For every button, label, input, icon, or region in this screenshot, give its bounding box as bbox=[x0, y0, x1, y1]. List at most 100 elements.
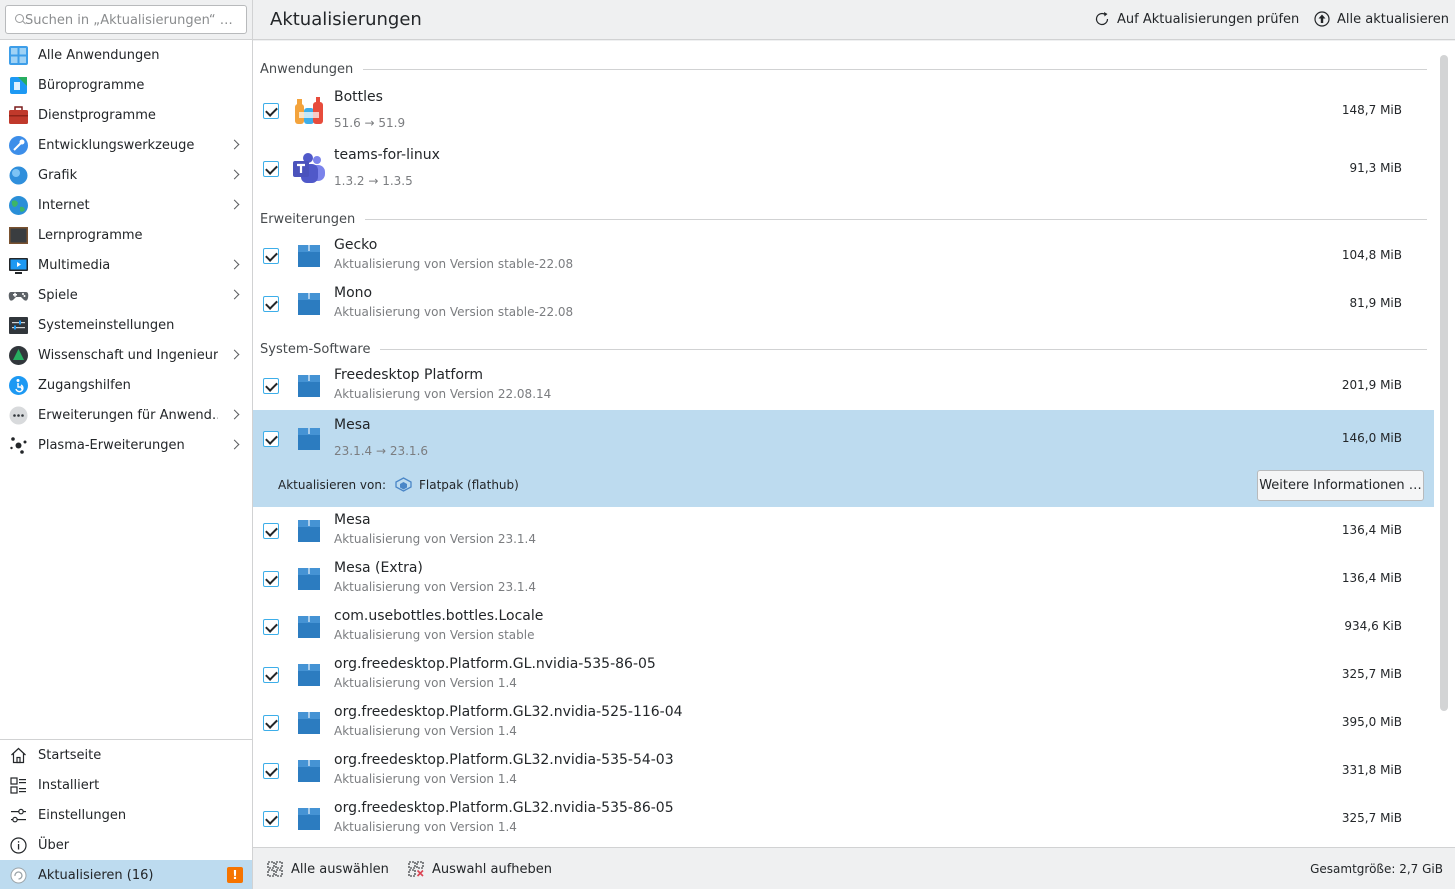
search-icon bbox=[15, 14, 24, 23]
updates-icon bbox=[10, 867, 27, 884]
update-row-teams-for-linux[interactable]: teams-for-linux 1.3.2 → 1.3.5 91,3 MiB bbox=[253, 140, 1434, 198]
update-details-panel: Aktualisieren von: Flatpak (flathub) Wei… bbox=[253, 465, 1434, 507]
update-version: Aktualisierung von Version 22.08.14 bbox=[334, 387, 552, 401]
category-label: Systemeinstellungen bbox=[38, 317, 175, 333]
update-name: Bottles bbox=[334, 89, 383, 105]
category-label: Büroprogramme bbox=[38, 77, 145, 93]
nav-installed[interactable]: Installiert bbox=[0, 770, 252, 800]
plasma-icon bbox=[10, 437, 27, 454]
category-multimedia[interactable]: Multimedia bbox=[0, 250, 252, 280]
category-accessibility[interactable]: Zugangshilfen bbox=[0, 370, 252, 400]
update-checkbox[interactable] bbox=[263, 811, 279, 827]
update-row-gl32-nvidia-535-54[interactable]: org.freedesktop.Platform.GL32.nvidia-535… bbox=[253, 747, 1434, 795]
update-row-gl-nvidia-535-86[interactable]: org.freedesktop.Platform.GL.nvidia-535-8… bbox=[253, 651, 1434, 699]
category-internet[interactable]: Internet bbox=[0, 190, 252, 220]
update-row-mesa[interactable]: Mesa Aktualisierung von Version 23.1.4 1… bbox=[253, 507, 1434, 555]
update-checkbox[interactable] bbox=[263, 763, 279, 779]
home-icon bbox=[11, 747, 26, 764]
update-size: 104,8 MiB bbox=[1341, 248, 1402, 262]
extensions-icon bbox=[9, 406, 28, 425]
update-row-bottles[interactable]: Bottles 51.6 → 51.9 148,7 MiB bbox=[253, 82, 1434, 140]
update-row-mono[interactable]: Mono Aktualisierung von Version stable-2… bbox=[253, 280, 1434, 328]
update-checkbox[interactable] bbox=[263, 103, 279, 119]
update-checkbox[interactable] bbox=[263, 248, 279, 264]
search-area bbox=[0, 0, 252, 40]
section-divider bbox=[380, 348, 1427, 350]
category-label: Multimedia bbox=[38, 257, 111, 273]
accessibility-icon bbox=[9, 376, 28, 395]
category-label: Plasma-Erweiterungen bbox=[38, 437, 185, 453]
multimedia-icon bbox=[9, 258, 28, 274]
bottles-app-icon bbox=[295, 97, 323, 124]
vertical-scrollbar[interactable] bbox=[1440, 55, 1448, 711]
update-name: Mesa (Extra) bbox=[334, 560, 423, 576]
flatpak-icon bbox=[395, 477, 412, 492]
info-icon bbox=[10, 837, 27, 854]
grid-icon bbox=[9, 46, 28, 65]
category-all-apps[interactable]: Alle Anwendungen bbox=[0, 40, 252, 70]
chevron-right-icon bbox=[229, 439, 240, 450]
update-checkbox[interactable] bbox=[263, 296, 279, 312]
category-label: Erweiterungen für Anwend… bbox=[38, 407, 218, 423]
deselect-button[interactable]: Auswahl aufheben bbox=[408, 861, 552, 877]
update-all-button[interactable]: Alle aktualisieren bbox=[1314, 11, 1449, 27]
nav-updates[interactable]: Aktualisieren (16) ! bbox=[0, 860, 252, 889]
nav-settings[interactable]: Einstellungen bbox=[0, 800, 252, 830]
update-checkbox[interactable] bbox=[263, 571, 279, 587]
category-app-extensions[interactable]: Erweiterungen für Anwend… bbox=[0, 400, 252, 430]
update-version: Aktualisierung von Version 1.4 bbox=[334, 724, 517, 738]
update-checkbox[interactable] bbox=[263, 667, 279, 683]
package-icon bbox=[298, 520, 320, 542]
update-row-gl32-nvidia-535-86[interactable]: org.freedesktop.Platform.GL32.nvidia-535… bbox=[253, 795, 1434, 843]
total-size: Gesamtgröße: 2,7 GiB bbox=[1310, 862, 1443, 876]
category-education[interactable]: Lernprogramme bbox=[0, 220, 252, 250]
more-info-button[interactable]: Weitere Informationen … bbox=[1257, 470, 1424, 501]
category-plasma-extensions[interactable]: Plasma-Erweiterungen bbox=[0, 430, 252, 460]
search-input[interactable] bbox=[25, 11, 240, 29]
package-icon bbox=[298, 712, 320, 734]
package-icon bbox=[298, 568, 320, 590]
select-all-button[interactable]: Alle auswählen bbox=[267, 861, 389, 877]
chevron-right-icon bbox=[229, 409, 240, 420]
nav-about-label: Über bbox=[38, 837, 70, 853]
category-list: Alle Anwendungen Büroprogramme Dienstpro… bbox=[0, 40, 252, 460]
category-system-settings[interactable]: Systemeinstellungen bbox=[0, 310, 252, 340]
package-icon bbox=[298, 375, 320, 397]
nav-home-label: Startseite bbox=[38, 747, 102, 763]
update-row-gecko[interactable]: Gecko Aktualisierung von Version stable-… bbox=[253, 232, 1434, 280]
update-row-gl32-nvidia-525-116[interactable]: org.freedesktop.Platform.GL32.nvidia-525… bbox=[253, 699, 1434, 747]
check-updates-button[interactable]: Auf Aktualisierungen prüfen bbox=[1094, 11, 1299, 27]
update-size: 91,3 MiB bbox=[1349, 161, 1402, 175]
nav-updates-label: Aktualisieren (16) bbox=[38, 867, 154, 883]
category-office[interactable]: Büroprogramme bbox=[0, 70, 252, 100]
nav-about[interactable]: Über bbox=[0, 830, 252, 860]
nav-settings-label: Einstellungen bbox=[38, 807, 127, 823]
update-row-mesa-extra[interactable]: Mesa (Extra) Aktualisierung von Version … bbox=[253, 555, 1434, 603]
update-version: 1.3.2 → 1.3.5 bbox=[334, 174, 413, 188]
search-box[interactable] bbox=[5, 5, 247, 34]
settings-sliders-icon bbox=[11, 808, 26, 823]
update-checkbox[interactable] bbox=[263, 523, 279, 539]
category-label: Dienstprogramme bbox=[38, 107, 156, 123]
page-title: Aktualisierungen bbox=[270, 9, 422, 30]
nav-home[interactable]: Startseite bbox=[0, 740, 252, 770]
category-science[interactable]: Wissenschaft und Ingenieur… bbox=[0, 340, 252, 370]
update-row-freedesktop-platform[interactable]: Freedesktop Platform Aktualisierung von … bbox=[253, 362, 1434, 410]
section-header-system: System-Software bbox=[260, 339, 1427, 359]
update-checkbox[interactable] bbox=[263, 619, 279, 635]
upload-circle-icon bbox=[1314, 11, 1330, 27]
update-row-bottles-locale[interactable]: com.usebottles.bottles.Locale Aktualisie… bbox=[253, 603, 1434, 651]
update-checkbox[interactable] bbox=[263, 378, 279, 394]
update-size: 136,4 MiB bbox=[1341, 523, 1402, 537]
office-icon bbox=[10, 77, 27, 94]
update-checkbox[interactable] bbox=[263, 161, 279, 177]
update-checkbox[interactable] bbox=[263, 715, 279, 731]
category-graphics[interactable]: Grafik bbox=[0, 160, 252, 190]
category-utilities[interactable]: Dienstprogramme bbox=[0, 100, 252, 130]
update-checkbox[interactable] bbox=[263, 431, 279, 447]
category-games[interactable]: Spiele bbox=[0, 280, 252, 310]
update-source-label: Aktualisieren von: bbox=[278, 478, 387, 492]
category-development[interactable]: Entwicklungswerkzeuge bbox=[0, 130, 252, 160]
update-size: 934,6 KiB bbox=[1344, 619, 1402, 633]
update-row-mesa-selected[interactable]: Mesa 23.1.4 → 23.1.6 146,0 MiB bbox=[253, 410, 1434, 468]
